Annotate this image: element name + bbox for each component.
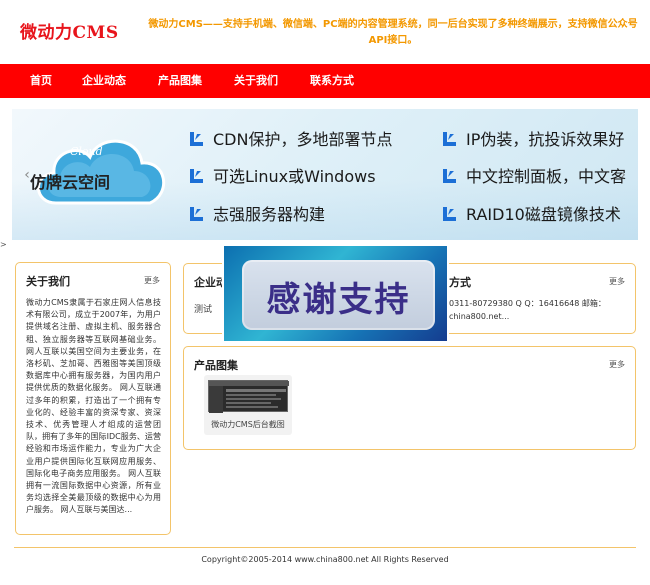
thanks-overlay-image: 感谢支持 [222, 244, 449, 343]
about-title: 关于我们 [26, 275, 70, 288]
site-logo[interactable]: 微动力CMS [20, 18, 119, 43]
main-nav: 首页 企业动态 产品图集 关于我们 联系方式 [0, 64, 650, 98]
nav-item-about[interactable]: 关于我们 [234, 64, 278, 98]
nav-item-contact[interactable]: 联系方式 [310, 64, 354, 98]
feature-os: 可选Linux或Windows [187, 165, 376, 189]
overlay-background: 感谢支持 [224, 246, 447, 341]
stray-char: > [0, 240, 7, 249]
feature-panel: 中文控制面板，中文客服 [440, 165, 626, 189]
site-header: 微动力CMS 微动力CMS——支持手机端、微信端、PC端的内容管理系统，同一后台… [0, 0, 650, 64]
check-arrow-icon [190, 169, 203, 183]
feature-label: 可选Linux或Windows [213, 167, 376, 186]
product-thumbnail[interactable]: 微动力CMS后台截图 [204, 375, 292, 435]
chevron-right-icon[interactable]: › [616, 167, 630, 183]
about-box: 关于我们 更多 微动力CMS隶属于石家庄网人信息技术有限公司，成立于2007年，… [15, 262, 171, 535]
about-text: 微动力CMS隶属于石家庄网人信息技术有限公司，成立于2007年，为用户提供域名注… [26, 298, 161, 515]
admin-screenshot-icon [209, 381, 289, 413]
check-arrow-icon [443, 207, 456, 221]
overlay-panel: 感谢支持 [242, 260, 435, 330]
products-box: 产品图集 更多 微动力CMS后台截图 [183, 346, 636, 450]
feature-label: IP伪装，抗投诉效果好 [466, 130, 625, 149]
site-tagline: 微动力CMS——支持手机端、微信端、PC端的内容管理系统，同一后台实现了多种终端… [148, 19, 638, 46]
product-screenshot-image [208, 380, 289, 413]
check-arrow-icon [190, 207, 203, 221]
products-more-link[interactable]: 更多 [609, 359, 625, 370]
nav-item-products[interactable]: 产品图集 [158, 64, 202, 98]
cloud-word: Cloud [70, 145, 103, 158]
feature-cdn: CDN保护，多地部署节点 [187, 128, 392, 152]
feature-label: 志强服务器构建 [213, 205, 326, 224]
chevron-left-icon[interactable]: ‹ [20, 167, 34, 183]
feature-raid: RAID10磁盘镜像技术 [440, 203, 621, 227]
about-more-link[interactable]: 更多 [144, 275, 160, 286]
feature-label: CDN保护，多地部署节点 [213, 130, 393, 149]
footer-divider [14, 547, 636, 548]
check-arrow-icon [443, 169, 456, 183]
feature-server: 志强服务器构建 [187, 203, 325, 227]
hero-banner[interactable]: Cloud 仿牌云空间 CDN保护，多地部署节点 IP伪装，抗投诉效果好 可选L… [12, 109, 638, 240]
product-caption: 微动力CMS后台截图 [211, 420, 285, 429]
footer-copyright: Copyright©2005-2014 www.china800.net All… [201, 555, 449, 564]
overlay-text: 感谢支持 [266, 280, 411, 320]
feature-ip: IP伪装，抗投诉效果好 [440, 128, 624, 152]
feature-label: RAID10磁盘镜像技术 [466, 205, 621, 224]
check-arrow-icon [443, 132, 456, 146]
nav-item-news[interactable]: 企业动态 [82, 64, 126, 98]
products-title: 产品图集 [194, 359, 238, 372]
contact-title: 方式 [449, 276, 471, 289]
contact-more-link[interactable]: 更多 [609, 276, 625, 287]
news-item[interactable]: 测试 [194, 302, 212, 315]
check-arrow-icon [190, 132, 203, 146]
nav-item-home[interactable]: 首页 [30, 64, 52, 98]
feature-label: 中文控制面板，中文客服 [466, 167, 626, 186]
contact-text: 0311-80729380 Q Q：16416648 邮箱：china800.n… [449, 299, 606, 321]
cloud-title: 仿牌云空间 [30, 173, 111, 192]
